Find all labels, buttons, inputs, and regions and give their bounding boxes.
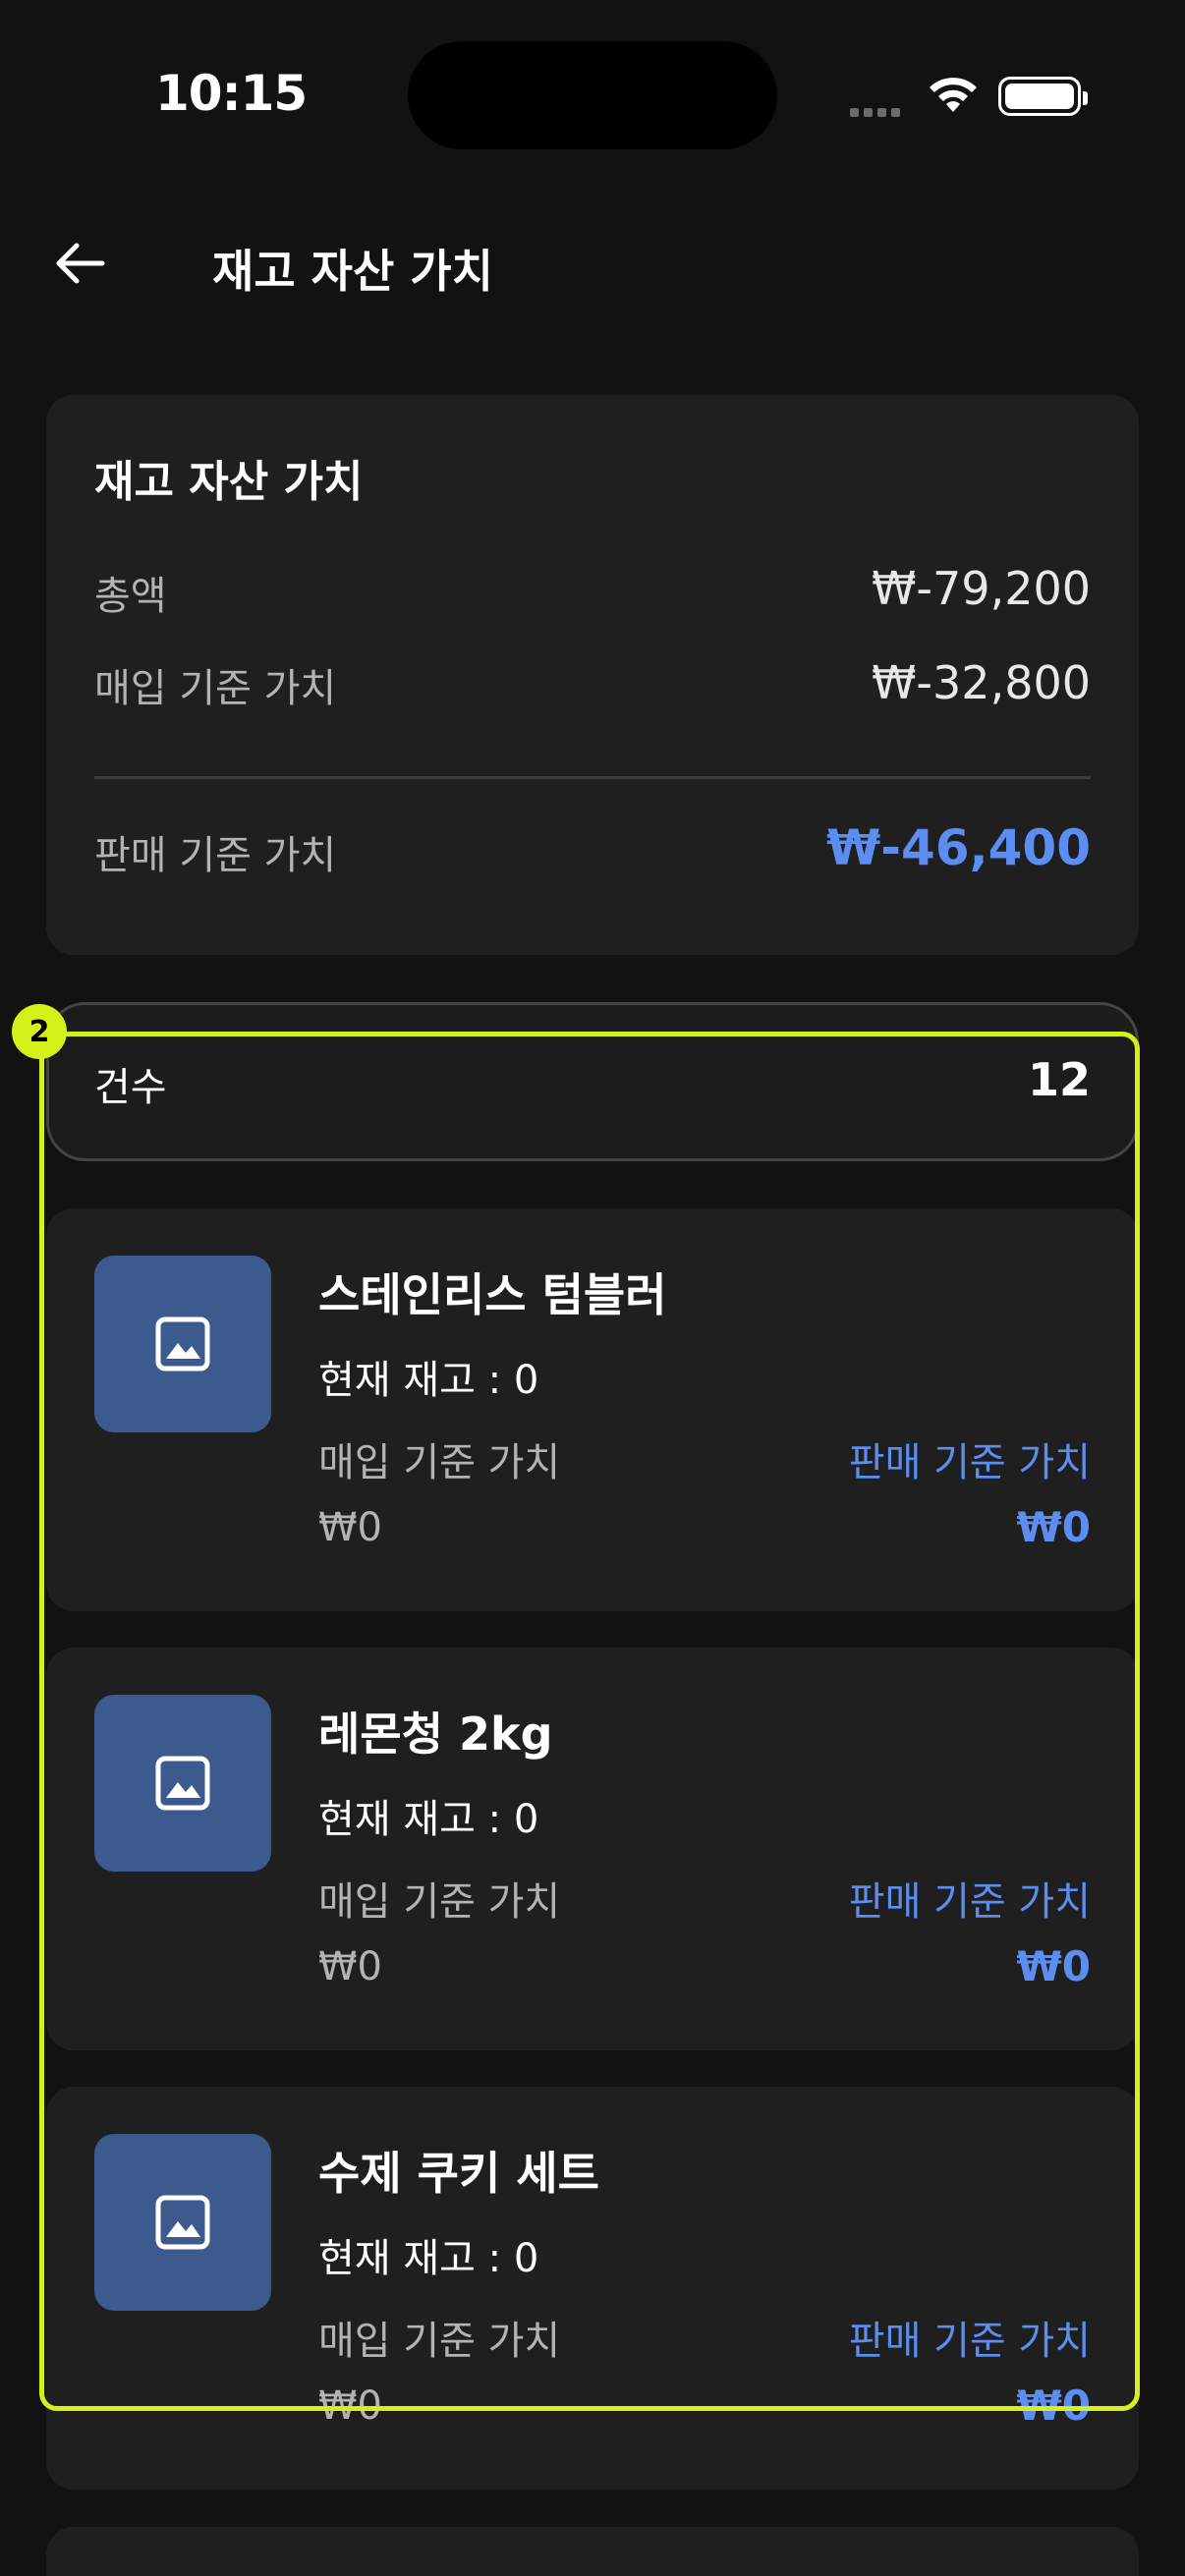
- count-label: 건수: [94, 1065, 167, 1110]
- product-card[interactable]: 스테인리스 텀블러 현재 재고 : 0 매입 기준 가치 판매 기준 가치 ₩0…: [46, 1208, 1139, 1611]
- product-buy-label: 매입 기준 가치: [318, 2319, 561, 2364]
- image-placeholder-icon: [94, 2134, 271, 2311]
- status-time: 10:15: [155, 65, 308, 122]
- total-label: 총액: [94, 574, 167, 619]
- product-sale-label: 판매 기준 가치: [848, 1879, 1091, 1925]
- product-sale-label: 판매 기준 가치: [848, 2319, 1091, 2364]
- product-stock: 현재 재고 : 0: [318, 1358, 539, 1403]
- product-stock: 현재 재고 : 0: [318, 1797, 539, 1842]
- count-card: [46, 1002, 1139, 1161]
- product-sale-value: ₩0: [1016, 2381, 1091, 2430]
- product-buy-label: 매입 기준 가치: [318, 1440, 561, 1485]
- product-buy-label: 매입 기준 가치: [318, 1879, 561, 1925]
- product-stock: 현재 재고 : 0: [318, 2236, 539, 2281]
- sale-value: ₩-46,400: [826, 819, 1091, 876]
- product-card[interactable]: 레몬청 2kg 현재 재고 : 0 매입 기준 가치 판매 기준 가치 ₩0 ₩…: [46, 1648, 1139, 2050]
- image-placeholder-icon: [94, 1695, 271, 1872]
- battery-icon: [998, 77, 1088, 116]
- product-buy-value: ₩0: [318, 2383, 382, 2429]
- product-sale-label: 판매 기준 가치: [848, 1440, 1091, 1485]
- highlight-badge: 2: [12, 1004, 67, 1059]
- sale-value-label: 판매 기준 가치: [94, 833, 337, 878]
- product-name: 수제 쿠키 세트: [318, 2147, 599, 2200]
- product-sale-value: ₩0: [1016, 1503, 1091, 1551]
- product-sale-value: ₩0: [1016, 1942, 1091, 1990]
- page-title: 재고 자산 가치: [212, 245, 493, 298]
- summary-title: 재고 자산 가치: [94, 457, 364, 507]
- signal-icon: [850, 102, 905, 121]
- purchase-value-label: 매입 기준 가치: [94, 666, 337, 711]
- product-card-partial[interactable]: [46, 2527, 1139, 2576]
- dynamic-island: [408, 41, 777, 149]
- product-buy-value: ₩0: [318, 1505, 382, 1550]
- product-name: 레몬청 2kg: [318, 1708, 553, 1761]
- back-arrow-icon[interactable]: [49, 232, 112, 295]
- product-card[interactable]: 수제 쿠키 세트 현재 재고 : 0 매입 기준 가치 판매 기준 가치 ₩0 …: [46, 2087, 1139, 2490]
- count-value: 12: [1027, 1053, 1091, 1106]
- total-value: ₩-79,200: [871, 562, 1091, 615]
- purchase-value: ₩-32,800: [871, 656, 1091, 709]
- product-buy-value: ₩0: [318, 1944, 382, 1989]
- divider: [94, 776, 1091, 779]
- image-placeholder-icon: [94, 1256, 271, 1432]
- wifi-icon: [930, 78, 977, 112]
- product-name: 스테인리스 텀블러: [318, 1268, 667, 1321]
